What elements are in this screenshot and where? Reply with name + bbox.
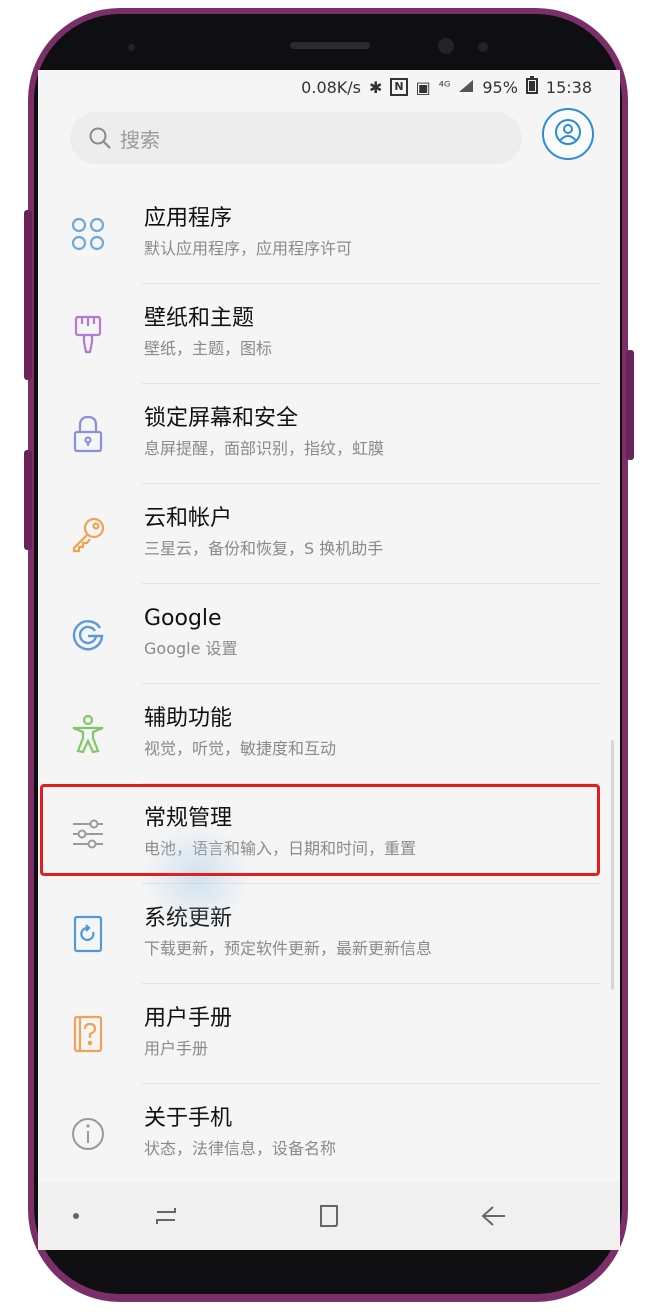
recents-icon[interactable]: [150, 1202, 182, 1230]
settings-item-general-management[interactable]: 常规管理 电池，语言和输入，日期和时间，重置: [38, 784, 620, 884]
settings-item-accessibility[interactable]: 辅助功能 视觉，听觉，敏捷度和互动: [38, 684, 620, 784]
network-speed: 0.08K/s: [301, 77, 362, 97]
bluetooth-icon: ✱: [369, 77, 383, 97]
search-row: 搜索: [38, 104, 620, 184]
item-title: 壁纸和主题: [144, 306, 255, 331]
dot-icon[interactable]: [68, 1202, 84, 1230]
battery-level: 95%: [482, 77, 518, 97]
settings-list: 应用程序 默认应用程序，应用程序许可 壁纸和主题 壁纸，主题，图标 锁定屏幕和安…: [38, 184, 620, 1184]
item-subtitle: 息屏提醒，面部识别，指纹，虹膜: [144, 439, 385, 458]
profile-icon: [553, 117, 583, 151]
settings-item-apps[interactable]: 应用程序 默认应用程序，应用程序许可: [38, 184, 620, 284]
manual-icon: [68, 1014, 108, 1054]
front-camera: [438, 38, 454, 54]
sliders-icon: [68, 814, 108, 854]
item-subtitle: 电池，语言和输入，日期和时间，重置: [144, 839, 417, 858]
home-icon[interactable]: [314, 1202, 344, 1230]
settings-item-lock-screen[interactable]: 锁定屏幕和安全 息屏提醒，面部识别，指纹，虹膜: [38, 384, 620, 484]
back-icon[interactable]: [478, 1202, 508, 1230]
key-icon: [68, 514, 108, 554]
bixby-button: [24, 450, 32, 550]
item-title: 常规管理: [144, 806, 233, 831]
settings-item-system-update[interactable]: 系统更新 下载更新，预定软件更新，最新更新信息: [38, 884, 620, 984]
google-icon: [68, 614, 108, 654]
signal-bars-icon: [458, 78, 474, 97]
system-update-icon: [68, 914, 108, 954]
settings-screen: 0.08K/s ✱ N ▣ ⁴ᴳ 95% 15:38 搜索 应用程序 默认应用程…: [38, 70, 620, 1250]
vibrate-icon: ▣: [415, 77, 431, 97]
settings-item-cloud-accounts[interactable]: 云和帐户 三星云，备份和恢复，S 换机助手: [38, 484, 620, 584]
power-button: [626, 350, 634, 460]
item-title: 关于手机: [144, 1106, 233, 1131]
item-subtitle: 三星云，备份和恢复，S 换机助手: [144, 539, 384, 558]
item-title: 应用程序: [144, 206, 233, 231]
item-subtitle: 下载更新，预定软件更新，最新更新信息: [144, 939, 433, 958]
nfc-icon: N: [390, 78, 408, 96]
search-icon: [88, 126, 112, 150]
apps-icon: [68, 214, 108, 254]
signal-icon: ⁴ᴳ: [438, 79, 451, 95]
volume-button: [24, 210, 32, 380]
settings-item-google[interactable]: Google Google 设置: [38, 584, 620, 684]
item-subtitle: 状态，法律信息，设备名称: [144, 1139, 337, 1158]
item-subtitle: Google 设置: [144, 639, 238, 658]
profile-button[interactable]: [542, 108, 594, 160]
item-subtitle: 视觉，听觉，敏捷度和互动: [144, 739, 337, 758]
clock: 15:38: [545, 77, 592, 97]
search-bar[interactable]: 搜索: [70, 112, 522, 164]
sensor-dot: [128, 44, 135, 51]
item-title: 用户手册: [144, 1006, 233, 1031]
item-title: 辅助功能: [144, 706, 233, 731]
item-subtitle: 壁纸，主题，图标: [144, 339, 273, 358]
item-title: 系统更新: [144, 906, 233, 931]
info-icon: [68, 1114, 108, 1154]
battery-icon: [525, 76, 538, 98]
item-title: 云和帐户: [144, 506, 233, 531]
scrollbar[interactable]: [611, 740, 614, 990]
accessibility-icon: [68, 714, 108, 754]
settings-item-wallpaper[interactable]: 壁纸和主题 壁纸，主题，图标: [38, 284, 620, 384]
item-title: 锁定屏幕和安全: [144, 406, 299, 431]
settings-item-about-phone[interactable]: 关于手机 状态，法律信息，设备名称: [38, 1084, 620, 1184]
search-placeholder: 搜索: [120, 127, 160, 152]
item-subtitle: 用户手册: [144, 1039, 209, 1058]
lock-icon: [68, 414, 108, 454]
item-title: Google: [144, 606, 222, 631]
status-bar: 0.08K/s ✱ N ▣ ⁴ᴳ 95% 15:38: [38, 70, 620, 104]
iris-sensor: [478, 42, 488, 52]
earpiece-speaker: [290, 42, 370, 49]
navigation-bar: [38, 1182, 620, 1250]
item-subtitle: 默认应用程序，应用程序许可: [144, 239, 353, 258]
settings-item-user-manual[interactable]: 用户手册 用户手册: [38, 984, 620, 1084]
paint-brush-icon: [68, 314, 108, 354]
